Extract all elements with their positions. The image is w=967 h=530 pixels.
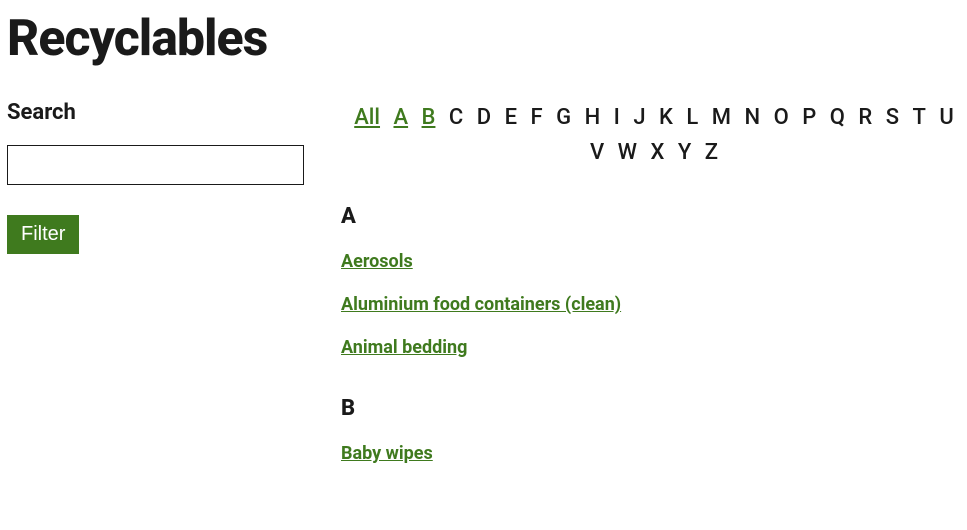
az-letter-v: V — [590, 135, 604, 170]
sections-container: A Aerosols Aluminium food containers (clea… — [341, 204, 967, 464]
main: All A B C D E F G H I J K L M N O P Q R … — [327, 100, 967, 502]
section-b: B Baby wipes — [341, 396, 967, 464]
section-a: A Aerosols Aluminium food containers (clea… — [341, 204, 967, 358]
item-link[interactable]: Animal bedding — [341, 337, 967, 358]
page-title: Recyclables — [0, 0, 967, 68]
az-letter-l: L — [686, 100, 698, 135]
az-letter-e: E — [505, 100, 517, 135]
az-letter-j: J — [633, 100, 645, 135]
item-link[interactable]: Aluminium food containers (clean) — [341, 294, 967, 315]
az-letter-a[interactable]: A — [393, 100, 408, 135]
az-letter-all[interactable]: All — [354, 100, 380, 135]
sidebar: Search Filter — [7, 100, 327, 502]
az-nav: All A B C D E F G H I J K L M N O P Q R … — [341, 100, 967, 170]
az-letter-s: S — [886, 100, 899, 135]
az-letter-p: P — [802, 100, 816, 135]
search-label: Search — [7, 100, 327, 125]
az-letter-q: Q — [830, 100, 845, 135]
az-letter-k: K — [659, 100, 673, 135]
az-letter-n: N — [745, 100, 761, 135]
item-link[interactable]: Baby wipes — [341, 443, 967, 464]
az-letter-t: T — [913, 100, 926, 135]
az-letter-w: W — [618, 135, 637, 170]
az-letter-r: R — [858, 100, 872, 135]
az-letter-i: I — [614, 100, 620, 135]
search-input[interactable] — [7, 145, 304, 185]
section-heading: B — [341, 396, 967, 421]
az-letter-y: Y — [678, 135, 691, 170]
az-letter-f: F — [531, 100, 543, 135]
az-letter-o: O — [774, 100, 789, 135]
layout: Search Filter All A B C D E F G H I J K … — [0, 100, 967, 502]
az-letter-x: X — [650, 135, 664, 170]
section-heading: A — [341, 204, 967, 229]
filter-button[interactable]: Filter — [7, 215, 79, 254]
item-link[interactable]: Aerosols — [341, 251, 967, 272]
az-letter-u: U — [939, 100, 953, 135]
az-letter-b[interactable]: B — [422, 100, 436, 135]
az-letter-g: G — [556, 100, 571, 135]
az-letter-m: M — [712, 100, 731, 135]
az-letter-z: Z — [705, 135, 718, 170]
az-letter-d: D — [477, 100, 491, 135]
az-letter-h: H — [585, 100, 601, 135]
az-letter-c: C — [449, 100, 463, 135]
